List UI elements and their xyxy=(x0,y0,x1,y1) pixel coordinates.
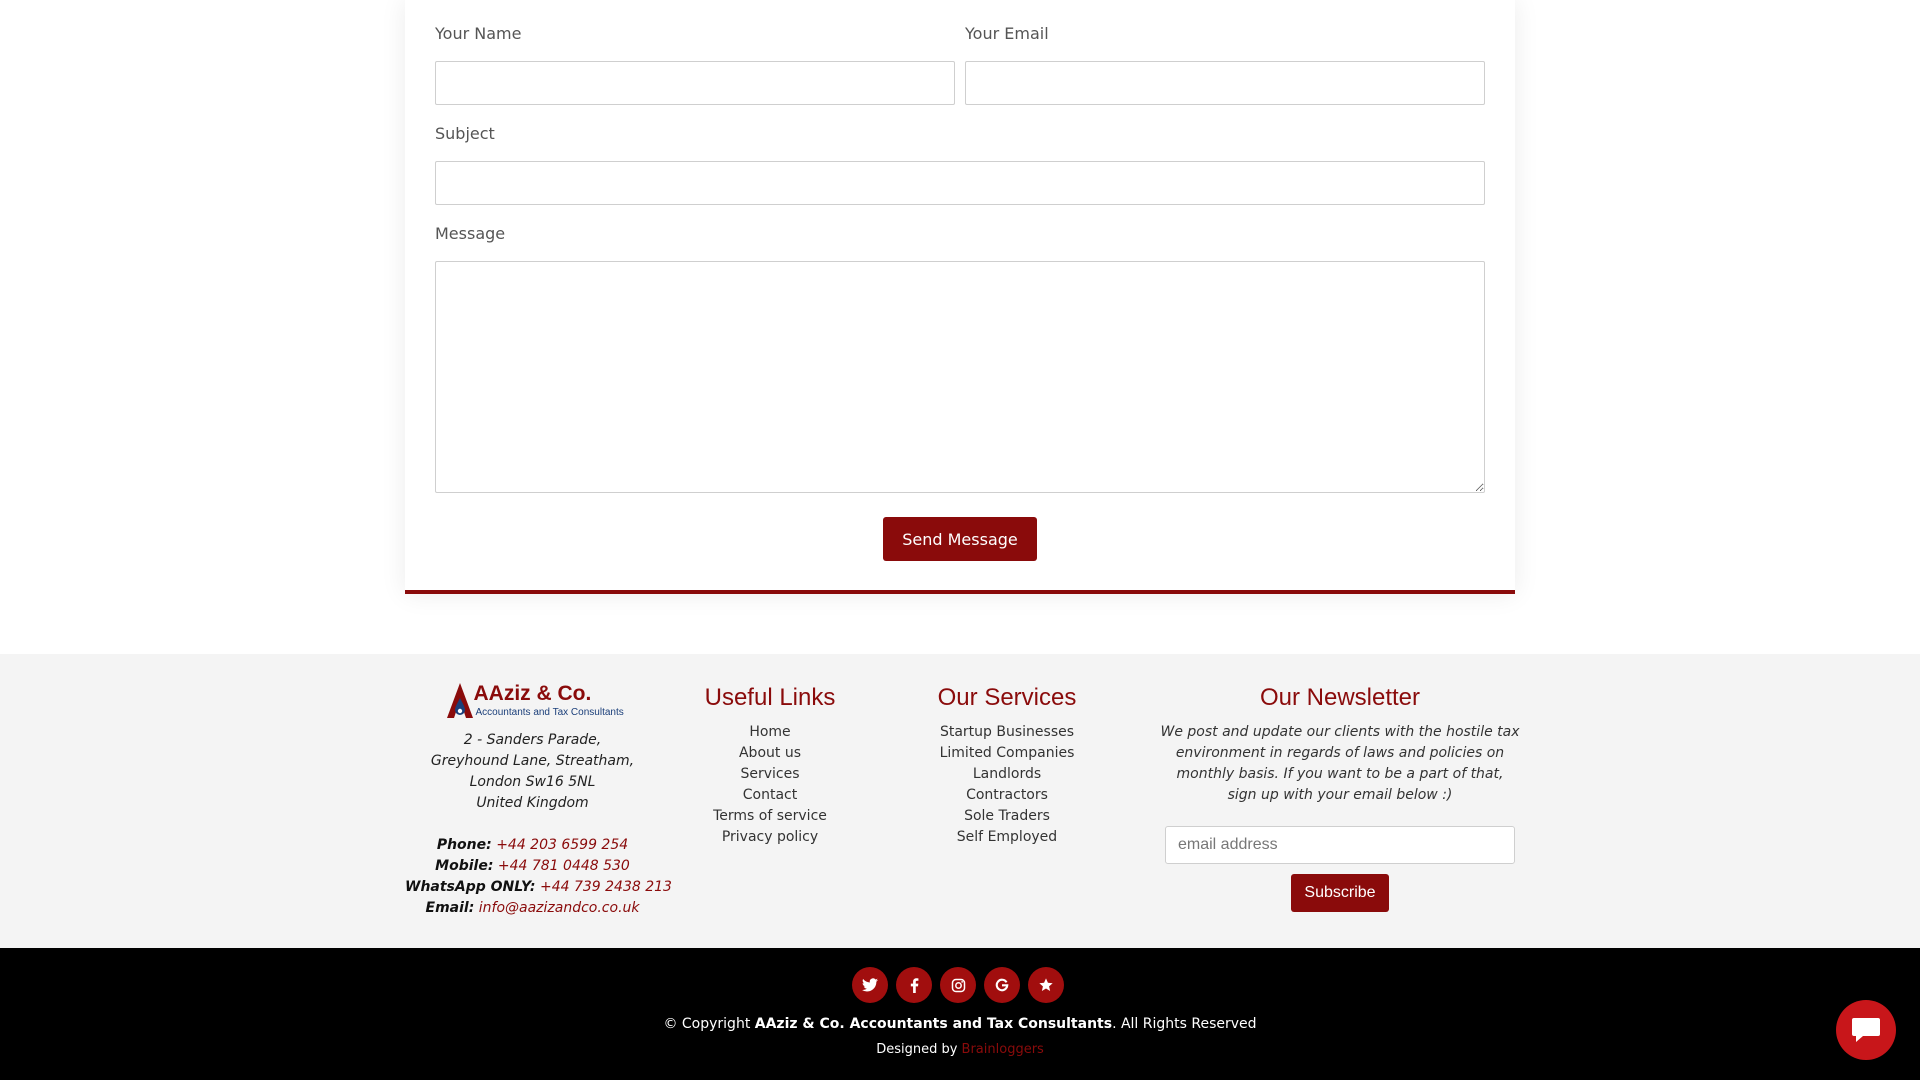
footer-bottom-bar: © Copyright AAziz & Co. Accountants and … xyxy=(0,948,1920,1080)
google-icon[interactable] xyxy=(984,967,1020,1003)
service-link-sole-traders[interactable]: Sole Traders xyxy=(897,806,1117,827)
service-link-contractors[interactable]: Contractors xyxy=(897,785,1117,806)
mobile-link[interactable]: +44 781 0448 530 xyxy=(498,858,630,874)
useful-links-heading: Useful Links xyxy=(704,684,836,711)
subject-label: Subject xyxy=(435,124,495,143)
email-label: Your Email xyxy=(965,24,1049,43)
subject-input[interactable] xyxy=(435,161,1485,205)
footer-company-column: AAziz & Co. Accountants and Tax Consulta… xyxy=(405,680,672,919)
chat-icon xyxy=(1852,1018,1880,1042)
message-textarea[interactable] xyxy=(435,261,1485,493)
logo-icon xyxy=(446,683,473,718)
send-message-button[interactable]: Send Message xyxy=(883,517,1037,561)
star-icon[interactable] xyxy=(1028,967,1064,1003)
footer-link-about[interactable]: About us xyxy=(670,743,870,764)
instagram-icon[interactable] xyxy=(940,967,976,1003)
copyright-suffix: . All Rights Reserved xyxy=(1112,1016,1257,1032)
contact-form: Your Name Your Email Subject Message Sen… xyxy=(405,0,1515,594)
twitter-icon[interactable] xyxy=(852,967,888,1003)
newsletter-heading: Our Newsletter xyxy=(1259,684,1421,711)
subscribe-button[interactable]: Subscribe xyxy=(1291,874,1389,912)
footer: AAziz & Co. Accountants and Tax Consulta… xyxy=(0,654,1920,948)
footer-our-services: Our Services Startup Businesses Limited … xyxy=(897,684,1117,848)
service-link-startup[interactable]: Startup Businesses xyxy=(897,722,1117,743)
copyright-prefix: © Copyright xyxy=(663,1016,751,1032)
chat-widget-button[interactable] xyxy=(1836,1000,1896,1060)
name-input[interactable] xyxy=(435,61,955,105)
footer-newsletter: Our Newsletter We post and update our cl… xyxy=(1160,684,1520,912)
whatsapp-label: WhatsApp ONLY: xyxy=(405,879,536,895)
message-label: Message xyxy=(435,224,506,243)
designed-by-text: Designed by Brainloggers xyxy=(0,1042,1920,1057)
service-link-landlords[interactable]: Landlords xyxy=(897,764,1117,785)
email-line: Email: info@aazizandco.co.uk xyxy=(405,898,660,919)
footer-link-contact[interactable]: Contact xyxy=(670,785,870,806)
email-contact-label: Email: xyxy=(425,900,475,916)
company-address: 2 - Sanders Parade, Greyhound Lane, Stre… xyxy=(405,730,660,814)
phone-line: Phone: +44 203 6599 254 xyxy=(405,835,660,856)
address-line: Greyhound Lane, Streatham, xyxy=(430,753,635,769)
email-link[interactable]: info@aazizandco.co.uk xyxy=(479,900,640,916)
designed-by-prefix: Designed by xyxy=(876,1042,958,1057)
phone-link[interactable]: +44 203 6599 254 xyxy=(496,837,628,853)
social-links xyxy=(852,967,1068,1003)
phone-label: Phone: xyxy=(436,837,492,853)
name-label: Your Name xyxy=(435,24,522,43)
footer-link-terms[interactable]: Terms of service xyxy=(670,806,870,827)
mobile-label: Mobile: xyxy=(435,858,494,874)
address-line: 2 - Sanders Parade, xyxy=(463,732,602,748)
designer-link[interactable]: Brainloggers xyxy=(962,1042,1044,1057)
newsletter-text: We post and update our clients with the … xyxy=(1160,724,1520,803)
company-logo[interactable]: AAziz & Co. Accountants and Tax Consulta… xyxy=(438,680,628,722)
service-link-limited[interactable]: Limited Companies xyxy=(897,743,1117,764)
address-line: United Kingdom xyxy=(476,795,589,811)
logo-title: AAziz & Co. xyxy=(473,682,592,705)
address-line: London Sw16 5NL xyxy=(469,774,596,790)
logo-subtitle: Accountants and Tax Consultants xyxy=(475,707,624,718)
whatsapp-link[interactable]: +44 739 2438 213 xyxy=(540,879,672,895)
our-services-heading: Our Services xyxy=(937,684,1077,711)
footer-link-privacy[interactable]: Privacy policy xyxy=(670,827,870,848)
footer-link-services[interactable]: Services xyxy=(670,764,870,785)
newsletter-email-input[interactable] xyxy=(1165,826,1515,864)
email-input[interactable] xyxy=(965,61,1485,105)
copyright-text: © Copyright AAziz & Co. Accountants and … xyxy=(0,1016,1920,1032)
footer-useful-links: Useful Links Home About us Services Cont… xyxy=(670,684,870,848)
facebook-icon[interactable] xyxy=(896,967,932,1003)
mobile-line: Mobile: +44 781 0448 530 xyxy=(405,856,660,877)
service-link-self-employed[interactable]: Self Employed xyxy=(897,827,1117,848)
copyright-company: AAziz & Co. Accountants and Tax Consulta… xyxy=(754,1016,1113,1032)
whatsapp-line: WhatsApp ONLY: +44 739 2438 213 xyxy=(405,877,672,898)
footer-link-home[interactable]: Home xyxy=(670,722,870,743)
